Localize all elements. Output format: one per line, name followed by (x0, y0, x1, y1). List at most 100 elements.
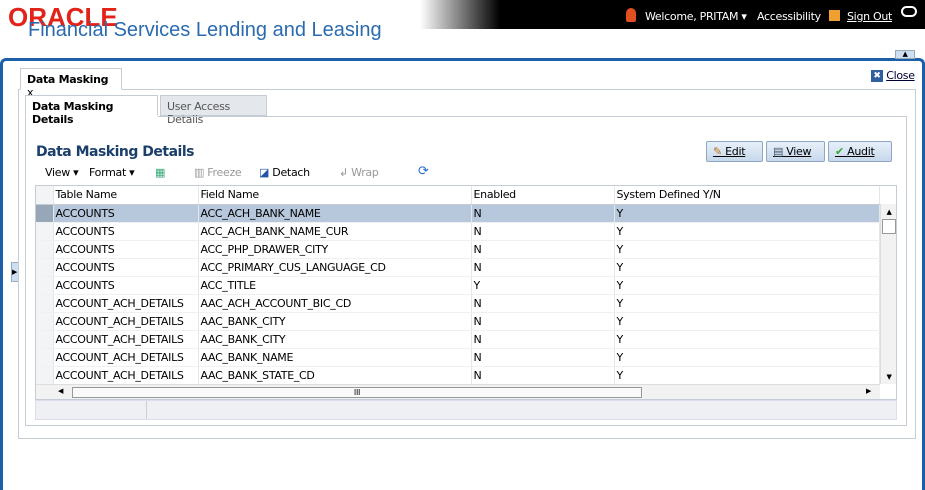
row-header[interactable] (36, 348, 54, 367)
welcome-label: Welcome, PRITAM (645, 10, 739, 23)
row-header[interactable] (36, 240, 54, 259)
global-status-icon (901, 6, 917, 17)
horizontal-scroll-thumb[interactable]: III (72, 387, 642, 398)
close-icon: ✖ (871, 70, 883, 82)
wrap-icon: ↲ (339, 166, 348, 179)
scroll-up-arrow[interactable]: ▲ (881, 208, 896, 216)
view-button[interactable]: ▤ View (766, 141, 825, 162)
table-row[interactable]: ACCOUNT_ACH_DETAILS AAC_BANK_STATE_CD N Y (36, 366, 880, 385)
scroll-right-arrow[interactable]: ▶ (866, 387, 871, 395)
row-header[interactable] (36, 276, 54, 295)
audit-label: Audit (847, 145, 875, 158)
cell-enabled: N (471, 258, 615, 277)
vertical-scroll-thumb[interactable] (882, 219, 896, 234)
cell-table-name: ACCOUNTS (53, 204, 199, 223)
detach-button[interactable]: ◪ Detach (259, 166, 310, 179)
cell-system-defined: Y (614, 312, 880, 331)
cell-system-defined: Y (614, 366, 880, 385)
query-by-example-icon[interactable]: ▦ (155, 166, 165, 179)
sign-out-link[interactable]: Sign Out (847, 10, 892, 23)
wrap-label: Wrap (351, 166, 379, 179)
freeze-label: Freeze (207, 166, 242, 179)
row-header-corner (36, 186, 54, 205)
row-header[interactable] (36, 258, 54, 277)
user-icon (626, 8, 636, 22)
cell-field-name: ACC_ACH_BANK_NAME (198, 204, 472, 223)
cell-enabled: N (471, 222, 615, 241)
cell-enabled: N (471, 240, 615, 259)
row-header[interactable] (36, 366, 54, 385)
cell-table-name: ACCOUNT_ACH_DETAILS (53, 366, 199, 385)
table-row[interactable]: ACCOUNTS ACC_PRIMARY_CUS_LANGUAGE_CD N Y (36, 258, 880, 277)
close-label: Close (886, 69, 915, 82)
cell-field-name: AAC_ACH_ACCOUNT_BIC_CD (198, 294, 472, 313)
horizontal-scrollbar[interactable]: ◀ III ▶ (36, 384, 880, 399)
audit-button[interactable]: ✔ Audit (828, 141, 892, 162)
welcome-menu[interactable]: Welcome, PRITAM ▾ (645, 10, 747, 23)
table-row[interactable]: ACCOUNT_ACH_DETAILS AAC_ACH_ACCOUNT_BIC_C… (36, 294, 880, 313)
sign-out-icon (829, 10, 840, 21)
vertical-scrollbar[interactable]: ▲ ▼ (880, 204, 896, 384)
view-menu-label: View (45, 166, 70, 179)
column-header-field-name[interactable]: Field Name (198, 186, 472, 205)
row-header[interactable] (36, 330, 54, 349)
close-button[interactable]: ✖ Close (871, 69, 915, 82)
table-row[interactable]: ACCOUNTS ACC_PHP_DRAWER_CITY N Y (36, 240, 880, 259)
detach-label: Detach (272, 166, 310, 179)
document-icon: ▤ (773, 145, 784, 158)
cell-field-name: ACC_PHP_DRAWER_CITY (198, 240, 472, 259)
checkmark-icon: ✔ (835, 145, 844, 158)
view-menu[interactable]: View ▾ (45, 166, 79, 179)
cell-enabled: Y (471, 276, 615, 295)
row-header[interactable] (36, 294, 54, 313)
table-row[interactable]: ACCOUNTS ACC_ACH_BANK_NAME N Y (36, 204, 880, 223)
table-row[interactable]: ACCOUNTS ACC_ACH_BANK_NAME_CUR N Y (36, 222, 880, 241)
column-header-enabled[interactable]: Enabled (471, 186, 615, 205)
column-header-table-name[interactable]: Table Name (53, 186, 199, 205)
detach-icon: ◪ (259, 166, 270, 179)
cell-system-defined: Y (614, 258, 880, 277)
cell-table-name: ACCOUNTS (53, 276, 199, 295)
cell-field-name: ACC_ACH_BANK_NAME_CUR (198, 222, 472, 241)
scroll-down-arrow[interactable]: ▼ (881, 373, 896, 381)
collapse-header-button[interactable]: ▲ (895, 50, 915, 59)
scroll-left-arrow[interactable]: ◀ (58, 387, 63, 395)
row-header[interactable] (36, 204, 54, 223)
column-header-system-defined[interactable]: System Defined Y/N (614, 186, 880, 205)
subtab-data-masking-details[interactable]: Data Masking Details (25, 95, 158, 126)
tab-label: Data Masking (27, 73, 109, 86)
cell-field-name: AAC_BANK_NAME (198, 348, 472, 367)
table-header: Table Name Field Name Enabled System Def… (36, 186, 880, 205)
edit-button[interactable]: ✎ Edit (706, 141, 763, 162)
section-title: Data Masking Details (36, 144, 194, 160)
tab-data-masking[interactable]: Data Masking x (20, 68, 122, 99)
row-header[interactable] (36, 222, 54, 241)
cell-enabled: N (471, 366, 615, 385)
accessibility-link[interactable]: Accessibility (757, 10, 821, 23)
cell-table-name: ACCOUNT_ACH_DETAILS (53, 312, 199, 331)
wrap-button[interactable]: ↲ Wrap (339, 166, 379, 179)
table-row[interactable]: ACCOUNTS ACC_TITLE Y Y (36, 276, 880, 295)
cell-table-name: ACCOUNT_ACH_DETAILS (53, 348, 199, 367)
subtab-user-access-details[interactable]: User Access Details (160, 95, 267, 126)
cell-enabled: N (471, 204, 615, 223)
cell-table-name: ACCOUNTS (53, 258, 199, 277)
cell-system-defined: Y (614, 276, 880, 295)
row-header[interactable] (36, 312, 54, 331)
format-menu[interactable]: Format ▾ (89, 166, 135, 179)
cell-table-name: ACCOUNT_ACH_DETAILS (53, 294, 199, 313)
freeze-button[interactable]: ▥ Freeze (194, 166, 242, 179)
table-row[interactable]: ACCOUNT_ACH_DETAILS AAC_BANK_CITY N Y (36, 330, 880, 349)
view-label: View (786, 145, 812, 158)
cell-enabled: N (471, 330, 615, 349)
product-title: Financial Services Lending and Leasing (28, 19, 382, 41)
table-row[interactable]: ACCOUNT_ACH_DETAILS AAC_BANK_CITY N Y (36, 312, 880, 331)
cell-system-defined: Y (614, 330, 880, 349)
edit-label: Edit (725, 145, 746, 158)
data-masking-table: Table Name Field Name Enabled System Def… (35, 185, 897, 400)
divider (158, 116, 907, 117)
cell-field-name: AAC_BANK_CITY (198, 330, 472, 349)
refresh-icon[interactable]: ⟳ (418, 164, 429, 179)
cell-system-defined: Y (614, 240, 880, 259)
table-row[interactable]: ACCOUNT_ACH_DETAILS AAC_BANK_NAME N Y (36, 348, 880, 367)
